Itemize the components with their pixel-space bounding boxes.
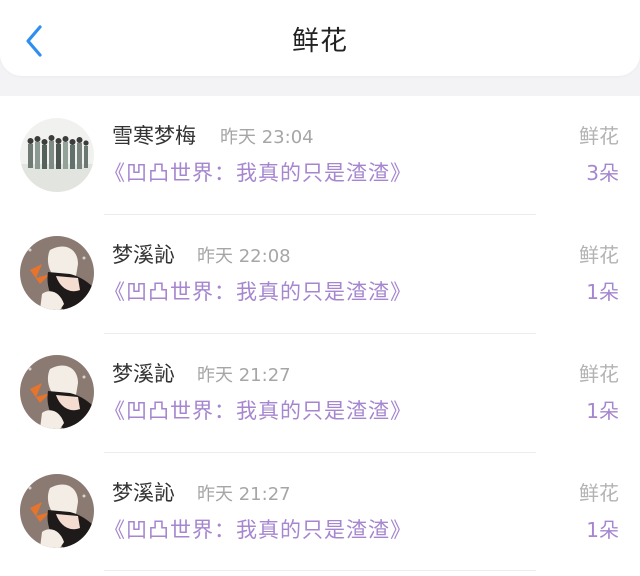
anime-girl-avatar bbox=[20, 236, 94, 310]
sender-name: 梦溪訫 bbox=[112, 362, 175, 386]
list-item[interactable]: 梦溪訫 昨天 21:27 《凹凸世界：我真的只是渣渣》 鲜花 1朵 bbox=[0, 453, 640, 572]
avatar[interactable] bbox=[20, 355, 94, 429]
sender-name: 梦溪訫 bbox=[112, 481, 175, 505]
gift-count: 1朵 bbox=[586, 280, 619, 304]
avatar[interactable] bbox=[20, 474, 94, 548]
gift-type: 鲜花 bbox=[579, 481, 619, 505]
sent-time: 昨天 21:27 bbox=[197, 484, 291, 505]
gift-count: 3朵 bbox=[586, 161, 619, 185]
sent-time: 昨天 23:04 bbox=[220, 127, 314, 148]
divider bbox=[104, 570, 536, 571]
gift-type: 鲜花 bbox=[579, 124, 619, 148]
avatar[interactable] bbox=[20, 118, 94, 192]
anime-girl-avatar bbox=[20, 355, 94, 429]
top-bar: 鲜花 bbox=[0, 0, 640, 76]
list-item[interactable]: 雪寒梦梅 昨天 23:04 《凹凸世界：我真的只是渣渣》 鲜花 3朵 bbox=[0, 96, 640, 215]
sent-time: 昨天 22:08 bbox=[197, 246, 291, 267]
gift-type: 鲜花 bbox=[579, 243, 619, 267]
list-item[interactable]: 梦溪訫 昨天 22:08 《凹凸世界：我真的只是渣渣》 鲜花 1朵 bbox=[0, 215, 640, 334]
book-title[interactable]: 《凹凸世界：我真的只是渣渣》 bbox=[104, 158, 412, 188]
flower-gift-list: 雪寒梦梅 昨天 23:04 《凹凸世界：我真的只是渣渣》 鲜花 3朵 梦溪訫 昨… bbox=[0, 96, 640, 576]
book-title[interactable]: 《凹凸世界：我真的只是渣渣》 bbox=[104, 277, 412, 307]
gift-count: 1朵 bbox=[586, 518, 619, 542]
avatar[interactable] bbox=[20, 236, 94, 310]
gift-count: 1朵 bbox=[586, 399, 619, 423]
group-photo-avatar bbox=[20, 118, 94, 192]
anime-girl-avatar bbox=[20, 474, 94, 548]
gift-type: 鲜花 bbox=[579, 362, 619, 386]
book-title[interactable]: 《凹凸世界：我真的只是渣渣》 bbox=[104, 396, 412, 426]
sender-name: 梦溪訫 bbox=[112, 243, 175, 267]
sent-time: 昨天 21:27 bbox=[197, 365, 291, 386]
list-item[interactable]: 梦溪訫 昨天 21:27 《凹凸世界：我真的只是渣渣》 鲜花 1朵 bbox=[0, 334, 640, 453]
page-title: 鲜花 bbox=[292, 26, 348, 57]
book-title[interactable]: 《凹凸世界：我真的只是渣渣》 bbox=[104, 515, 412, 545]
sender-name: 雪寒梦梅 bbox=[112, 124, 196, 148]
